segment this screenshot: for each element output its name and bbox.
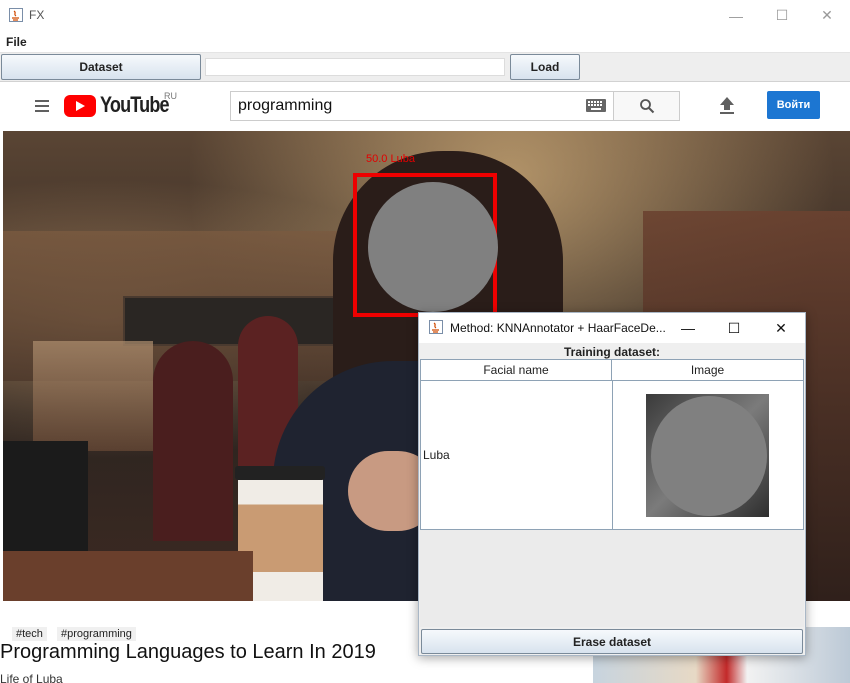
channel-name[interactable]: Life of Luba [0,672,63,683]
table-cell-name[interactable]: Luba [423,448,450,462]
maximize-button[interactable]: ☐ [759,0,805,31]
java-app-icon [429,320,443,334]
dialog-close-button[interactable]: ✕ [758,313,804,343]
column-divider [612,381,613,529]
search-button[interactable] [613,91,680,121]
maximize-icon: ☐ [727,319,741,336]
upload-icon[interactable] [718,96,736,116]
coffee-cup-lid [235,466,325,480]
training-dataset-dialog: Method: KNNAnnotator + HaarFaceDe... — ☐… [418,312,806,656]
video-title: Programming Languages to Learn In 2019 [0,641,376,663]
close-icon: ✕ [775,319,787,336]
training-dataset-label: Training dataset: [563,345,661,359]
hashtag-programming[interactable]: #programming [57,627,136,641]
face-detection-label: 50.0 Luba [366,153,415,165]
signin-button[interactable]: Войти [767,91,820,119]
face-thumbnail-blur [651,396,767,516]
menu-file[interactable]: File [6,35,27,49]
load-button[interactable]: Load [510,54,580,80]
menu-icon[interactable] [35,100,49,112]
search-input[interactable] [230,91,614,121]
erase-dataset-button[interactable]: Erase dataset [421,629,803,654]
keyboard-icon[interactable] [586,99,606,112]
minimize-icon: — [729,7,743,24]
table-empty-area [420,530,804,627]
hashtag-tech[interactable]: #tech [12,627,47,641]
search-icon [639,99,654,114]
menu-bar: File [0,31,850,53]
table [3,551,253,601]
column-header-image[interactable]: Image [612,360,803,381]
minimize-button[interactable]: — [713,0,759,31]
close-button[interactable]: ✕ [804,0,850,31]
toolbar: Dataset Load [0,53,850,82]
person-background [153,341,233,541]
window-titlebar: FX — ☐ ✕ [0,0,850,31]
maximize-icon: ☐ [775,7,789,23]
dataset-button[interactable]: Dataset [1,54,201,80]
menu-board [123,296,338,346]
region-label: RU [164,91,177,101]
face-blur-mask [368,182,498,312]
youtube-wordmark[interactable]: YouTube [100,92,170,118]
dialog-minimize-button[interactable]: — [665,313,711,343]
shelf [33,341,153,451]
dialog-title: Method: KNNAnnotator + HaarFaceDe... [450,321,666,335]
dataset-table: Facial name Image Luba [420,359,804,530]
dialog-titlebar[interactable]: Method: KNNAnnotator + HaarFaceDe... — ☐… [419,313,805,343]
minimize-icon: — [681,320,695,336]
youtube-logo-icon[interactable] [64,95,100,117]
youtube-header: YouTube RU Войти [0,82,850,130]
dialog-maximize-button[interactable]: ☐ [711,313,757,343]
java-app-icon [9,8,23,22]
column-header-facial-name[interactable]: Facial name [421,360,612,381]
close-icon: ✕ [821,7,833,23]
window-title: FX [29,8,45,22]
dataset-path-field[interactable] [205,58,505,76]
